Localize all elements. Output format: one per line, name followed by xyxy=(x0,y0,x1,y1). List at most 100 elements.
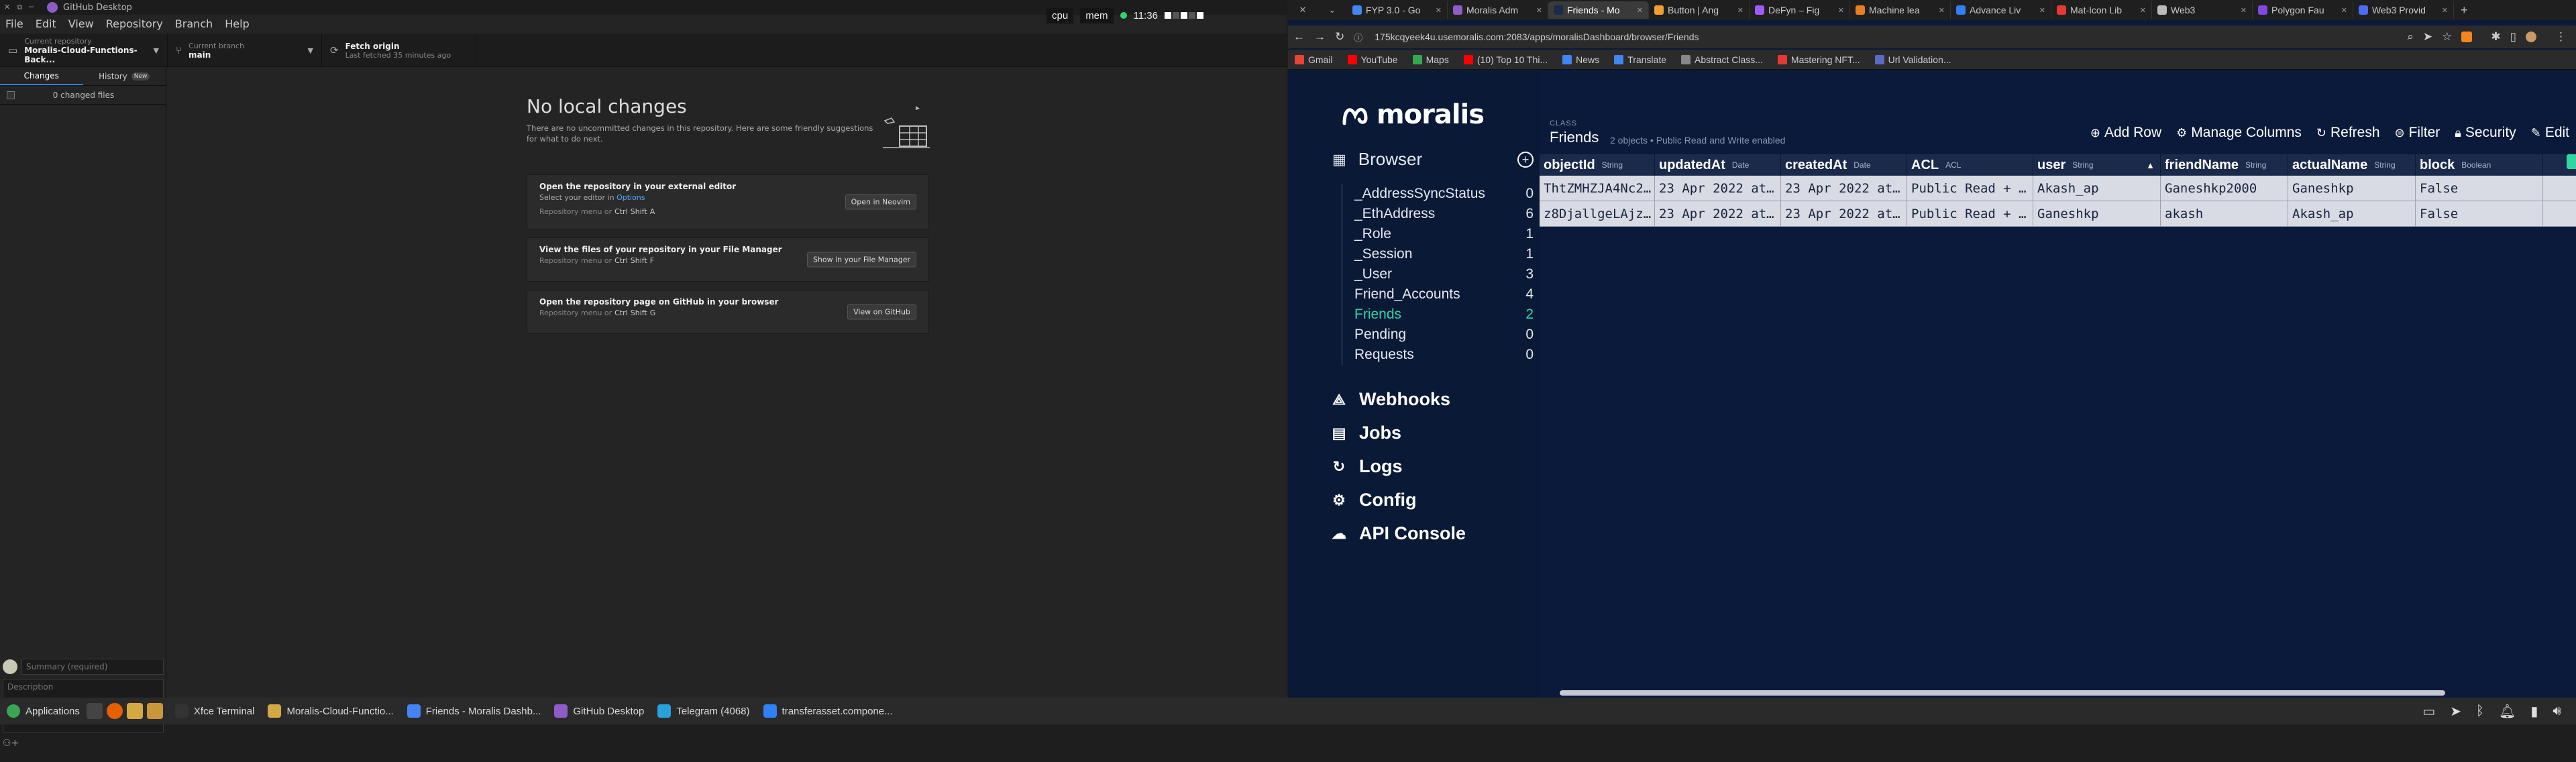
applications-menu-button[interactable]: Applications xyxy=(0,698,87,724)
tab-close-icon[interactable]: ✕ xyxy=(1536,6,1542,15)
taskbar-window-button[interactable]: GitHub Desktop xyxy=(547,698,651,724)
workspace-switcher-icon[interactable] xyxy=(1164,12,1203,19)
horizontal-scrollbar[interactable] xyxy=(1540,688,2576,698)
table-cell[interactable]: Ganeshkp xyxy=(2288,176,2416,201)
bookmark-item[interactable]: Url Validation... xyxy=(1874,54,1951,65)
bookmark-item[interactable]: Translate xyxy=(1614,54,1666,65)
refresh-button[interactable]: ↻ Refresh xyxy=(2316,125,2380,141)
table-cell[interactable]: False xyxy=(2416,201,2543,227)
profile-avatar[interactable] xyxy=(2526,32,2536,42)
class-item[interactable]: _EthAddress 6 xyxy=(1354,204,1534,224)
class-item[interactable]: _User 3 xyxy=(1354,264,1534,284)
taskbar-window-button[interactable]: transferasset.compone... xyxy=(757,698,900,724)
zoom-icon[interactable]: ⌕ xyxy=(2407,30,2414,44)
menu-repository[interactable]: Repository xyxy=(106,17,163,30)
menu-edit[interactable]: Edit xyxy=(36,17,56,30)
browser-tab[interactable]: Moralis Adm ✕ xyxy=(1448,1,1548,19)
tab-close-icon[interactable]: ✕ xyxy=(2039,6,2045,15)
column-header[interactable]: objectId String xyxy=(1540,154,1655,176)
tab-close-icon[interactable]: ✕ xyxy=(1637,6,1643,15)
table-cell[interactable]: Public Read + … xyxy=(1907,201,2033,227)
browser-tab[interactable]: Advance Liv ✕ xyxy=(1951,1,2051,19)
column-header[interactable]: createdAt Date xyxy=(1781,154,1907,176)
class-item[interactable]: _Role 1 xyxy=(1354,224,1534,244)
browser-tab[interactable]: Machine lea ✕ xyxy=(1850,1,1951,19)
tab-close-icon[interactable]: ✕ xyxy=(1737,6,1743,15)
browser-tab[interactable]: Friends - Mo ✕ xyxy=(1548,1,1649,19)
add-coauthor-icon[interactable]: ⚇+ xyxy=(3,738,164,749)
nav-config[interactable]: ⚙ Config xyxy=(1331,490,1416,510)
edit-button[interactable]: ✎ Edit xyxy=(2531,125,2569,141)
menu-kebab-icon[interactable]: ⋮ xyxy=(2555,30,2567,44)
bookmark-item[interactable]: YouTube xyxy=(1347,54,1398,65)
files-launcher-icon[interactable] xyxy=(126,703,143,719)
class-item[interactable]: Pending 0 xyxy=(1354,325,1534,345)
scrollbar-thumb[interactable] xyxy=(1560,690,2445,696)
class-item[interactable]: _Session 1 xyxy=(1354,244,1534,264)
fetch-origin-button[interactable]: ⟳ Fetch origin Last fetched 35 minutes a… xyxy=(322,34,476,67)
browser-tab[interactable]: Polygon Fau ✕ xyxy=(2253,1,2353,19)
browser-tab[interactable]: DeFyn – Fig ✕ xyxy=(1750,1,1850,19)
tab-close-icon[interactable]: ✕ xyxy=(2140,6,2146,15)
table-row[interactable]: ThtZMHZJA4Nc2… 23 Apr 2022 at… 23 Apr 2022… xyxy=(1540,176,2576,201)
bookmark-item[interactable]: Abstract Class... xyxy=(1681,54,1763,65)
add-row-button[interactable]: ⊕ Add Row xyxy=(2090,125,2161,141)
table-cell[interactable]: z8DjallgeLAjz… xyxy=(1540,201,1655,227)
clock[interactable]: 11:36 xyxy=(1134,10,1158,21)
current-branch-button[interactable]: ⑂ Current branch main ▼ xyxy=(168,34,322,67)
reload-icon[interactable]: ↻ xyxy=(1335,30,1344,44)
notification-bell-icon[interactable]: 🔔︎ xyxy=(2499,703,2516,720)
telegram-tray-icon[interactable]: ➤ xyxy=(2450,703,2461,720)
current-repository-button[interactable]: ▭ Current repository Moralis-Cloud-Funct… xyxy=(0,34,168,67)
taskbar-window-button[interactable]: Moralis-Cloud-Functio... xyxy=(261,698,400,724)
browser-tab[interactable]: Button | Ang ✕ xyxy=(1649,1,1750,19)
browser-tab[interactable]: Mat-Icon Lib ✕ xyxy=(2051,1,2152,19)
table-cell[interactable]: Public Read + … xyxy=(1907,176,2033,201)
browser-tab[interactable]: FYP 3.0 - Go ✕ xyxy=(1347,1,1448,19)
browser-section-header[interactable]: ▦ Browser + xyxy=(1332,149,1534,170)
terminal-launcher-icon[interactable] xyxy=(86,703,103,719)
firefox-launcher-icon[interactable] xyxy=(106,703,123,719)
nav-jobs[interactable]: ▤ Jobs xyxy=(1331,423,1401,443)
table-cell[interactable]: akash xyxy=(2161,201,2288,227)
table-cell[interactable]: 23 Apr 2022 at… xyxy=(1655,201,1781,227)
table-cell[interactable]: Akash_ap xyxy=(2288,201,2416,227)
class-item[interactable]: Friend_Accounts 4 xyxy=(1354,284,1534,305)
close-window-icon[interactable]: ✕ xyxy=(1288,5,1318,15)
menu-branch[interactable]: Branch xyxy=(175,17,213,30)
tab-close-icon[interactable]: ✕ xyxy=(2442,6,2448,15)
show-in-file-manager-button[interactable]: Show in your File Manager xyxy=(806,252,916,268)
tab-close-icon[interactable]: ✕ xyxy=(1436,6,1442,15)
metamask-extension-icon[interactable] xyxy=(2461,32,2473,42)
table-cell[interactable]: Akash_ap xyxy=(2033,176,2161,201)
table-cell[interactable]: 23 Apr 2022 at… xyxy=(1781,176,1907,201)
mem-monitor[interactable]: mem xyxy=(1080,7,1114,23)
site-info-icon[interactable]: ⓘ xyxy=(1354,31,1362,44)
summary-input[interactable] xyxy=(21,659,164,675)
bluetooth-icon[interactable]: ᛒ xyxy=(2476,704,2484,719)
column-header[interactable]: friendName String xyxy=(2161,154,2288,176)
taskbar-window-button[interactable]: Telegram (4068) xyxy=(651,698,756,724)
table-cell[interactable]: False xyxy=(2416,176,2543,201)
table-row[interactable]: z8DjallgeLAjz… 23 Apr 2022 at… 23 Apr 2022… xyxy=(1540,201,2576,227)
column-header[interactable]: actualName String xyxy=(2288,154,2416,176)
filter-button[interactable]: ⊜ Filter xyxy=(2395,125,2440,141)
forward-icon[interactable]: → xyxy=(1314,30,1326,44)
tab-changes[interactable]: Changes xyxy=(0,67,83,85)
sort-ascending-icon[interactable]: ▲ xyxy=(2146,160,2155,170)
bookmark-item[interactable]: News xyxy=(1562,54,1599,65)
column-header[interactable]: ACL ACL xyxy=(1907,154,2033,176)
cpu-monitor[interactable]: cpu xyxy=(1046,7,1074,23)
select-all-checkbox[interactable] xyxy=(7,91,15,99)
bookmark-item[interactable]: Mastering NFT... xyxy=(1777,54,1860,65)
share-icon[interactable]: ➤ xyxy=(2423,30,2432,44)
bookmark-item[interactable]: (10) Top 10 Thi... xyxy=(1463,54,1548,65)
view-on-github-button[interactable]: View on GitHub xyxy=(847,304,916,320)
browser-tab[interactable]: Web3 Provid ✕ xyxy=(2353,1,2454,19)
tab-history[interactable]: History New xyxy=(83,67,166,85)
extensions-icon[interactable]: ✱ xyxy=(2491,30,2500,44)
tab-close-icon[interactable]: ✕ xyxy=(2341,6,2347,15)
window-controls[interactable]: ✕ ⧉ ─ xyxy=(0,3,47,12)
open-in-neovim-button[interactable]: Open in Neovim xyxy=(845,194,916,210)
screen-icon[interactable]: ▭ xyxy=(2422,703,2435,720)
